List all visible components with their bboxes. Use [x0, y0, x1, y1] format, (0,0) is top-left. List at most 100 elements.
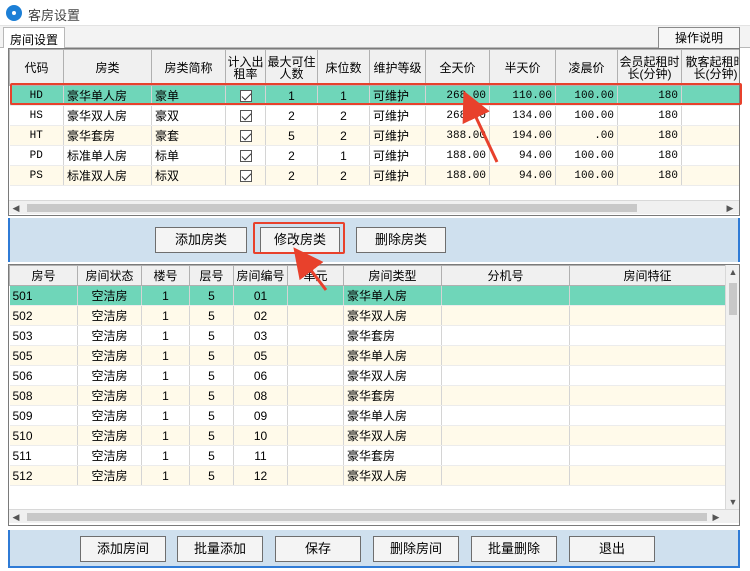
- room-row[interactable]: 506 空洁房 1 5 06 豪华双人房: [9, 365, 726, 386]
- col-header-extension[interactable]: 分机号: [441, 265, 570, 286]
- help-button[interactable]: 操作说明: [658, 27, 740, 49]
- checkbox-checked-icon[interactable]: [239, 170, 252, 183]
- cell-max-guests: 2: [265, 165, 318, 186]
- checkbox-checked-icon[interactable]: [239, 110, 252, 123]
- checkbox-checked-icon[interactable]: [239, 90, 252, 103]
- add-room-button[interactable]: 添加房间: [80, 536, 166, 562]
- col-header-type[interactable]: 房类: [63, 49, 152, 86]
- cell-room-no: 501: [9, 285, 78, 306]
- col-header-feature[interactable]: 房间特征: [569, 265, 726, 286]
- scroll-up-icon[interactable]: ▲: [726, 265, 739, 279]
- edit-room-type-button[interactable]: 修改房类: [260, 227, 340, 253]
- col-header-beds[interactable]: 床位数: [317, 49, 370, 86]
- delete-room-button[interactable]: 删除房间: [373, 536, 459, 562]
- cell-max-guests: 1: [265, 85, 318, 106]
- room-hscrollbar[interactable]: ◀ ▶: [9, 509, 739, 523]
- room-type-grid[interactable]: 代码 房类 房类简称 计入出租率 最大可住人数 床位数 维护等级 全天价 半天价…: [8, 48, 740, 216]
- col-header-room-code[interactable]: 房间编号: [233, 265, 288, 286]
- col-header-status[interactable]: 房间状态: [77, 265, 142, 286]
- room-type-hscrollbar[interactable]: ◀ ▶: [9, 200, 739, 214]
- cell-floor: 5: [189, 325, 234, 346]
- room-row[interactable]: 503 空洁房 1 5 03 豪华套房: [9, 325, 726, 346]
- vscroll-thumb[interactable]: [729, 283, 737, 315]
- cell-level: 可维护: [369, 85, 426, 106]
- room-row[interactable]: 502 空洁房 1 5 02 豪华双人房: [9, 305, 726, 326]
- cell-extension: [441, 465, 570, 486]
- cell-level: 可维护: [369, 105, 426, 126]
- cell-guest-min: 1: [681, 125, 739, 146]
- cell-extension: [441, 345, 570, 366]
- room-row[interactable]: 512 空洁房 1 5 12 豪华双人房: [9, 465, 726, 486]
- batch-add-button[interactable]: 批量添加: [177, 536, 263, 562]
- room-type-row[interactable]: PS 标准双人房 标双 2 2 可维护 188.00 94.00 100.00 …: [9, 165, 739, 186]
- cell-status: 空洁房: [77, 465, 142, 486]
- cell-room-type: 豪华套房: [343, 385, 442, 406]
- tab-room-settings[interactable]: 房间设置: [3, 27, 66, 48]
- scroll-right-icon[interactable]: ▶: [709, 510, 723, 524]
- cell-code: PD: [9, 145, 64, 166]
- room-row[interactable]: 510 空洁房 1 5 10 豪华双人房: [9, 425, 726, 446]
- cell-unit: [287, 365, 344, 386]
- col-header-room-no[interactable]: 房号: [9, 265, 78, 286]
- room-grid[interactable]: 房号 房间状态 楼号 层号 房间编号 单元 房间类型 分机号 房间特征 501 …: [8, 264, 740, 526]
- col-header-unit[interactable]: 单元: [287, 265, 344, 286]
- cell-beds: 2: [317, 125, 370, 146]
- room-row[interactable]: 501 空洁房 1 5 01 豪华单人房: [9, 285, 726, 306]
- room-row[interactable]: 508 空洁房 1 5 08 豪华套房: [9, 385, 726, 406]
- scroll-left-icon[interactable]: ◀: [9, 201, 23, 215]
- cell-full-day: 268.00: [425, 85, 490, 106]
- room-row[interactable]: 511 空洁房 1 5 11 豪华套房: [9, 445, 726, 466]
- cell-status: 空洁房: [77, 345, 142, 366]
- room-type-row[interactable]: HT 豪华套房 豪套 5 2 可维护 388.00 194.00 .00 180…: [9, 125, 739, 146]
- checkbox-checked-icon[interactable]: [239, 150, 252, 163]
- room-row[interactable]: 505 空洁房 1 5 05 豪华单人房: [9, 345, 726, 366]
- cell-early: .00: [555, 125, 618, 146]
- cell-half-day: 94.00: [489, 165, 556, 186]
- col-header-room-type[interactable]: 房间类型: [343, 265, 442, 286]
- cell-room-code: 12: [233, 465, 288, 486]
- col-header-half-day[interactable]: 半天价: [489, 49, 556, 86]
- col-header-abbr[interactable]: 房类简称: [151, 49, 226, 86]
- col-header-max-guests[interactable]: 最大可住人数: [265, 49, 318, 86]
- col-header-member-min[interactable]: 会员起租时长(分钟): [617, 49, 682, 86]
- delete-room-type-button[interactable]: 删除房类: [356, 227, 446, 253]
- cell-abbr: 标单: [151, 145, 226, 166]
- checkbox-checked-icon[interactable]: [239, 130, 252, 143]
- cell-status: 空洁房: [77, 385, 142, 406]
- cell-abbr: 豪双: [151, 105, 226, 126]
- col-header-level[interactable]: 维护等级: [369, 49, 426, 86]
- add-room-type-button[interactable]: 添加房类: [155, 227, 247, 253]
- cell-code: HD: [9, 85, 64, 106]
- room-vscrollbar[interactable]: ▲ ▼: [725, 265, 739, 509]
- cell-max-guests: 2: [265, 145, 318, 166]
- room-type-row[interactable]: HD 豪华单人房 豪单 1 1 可维护 268.00 110.00 100.00…: [9, 85, 739, 106]
- room-type-row[interactable]: HS 豪华双人房 豪双 2 2 可维护 268.00 134.00 100.00…: [9, 105, 739, 126]
- col-header-building[interactable]: 楼号: [141, 265, 190, 286]
- scroll-right-icon[interactable]: ▶: [723, 201, 737, 215]
- cell-code: PS: [9, 165, 64, 186]
- save-button[interactable]: 保存: [275, 536, 361, 562]
- cell-building: 1: [141, 425, 190, 446]
- col-header-full-day[interactable]: 全天价: [425, 49, 490, 86]
- scroll-left-icon[interactable]: ◀: [9, 510, 23, 524]
- room-type-header: 代码 房类 房类简称 计入出租率 最大可住人数 床位数 维护等级 全天价 半天价…: [9, 49, 739, 86]
- cell-room-code: 10: [233, 425, 288, 446]
- col-header-early[interactable]: 凌晨价: [555, 49, 618, 86]
- hscroll-thumb[interactable]: [27, 513, 707, 521]
- col-header-occupancy[interactable]: 计入出租率: [225, 49, 266, 86]
- room-type-row[interactable]: PD 标准单人房 标单 2 1 可维护 188.00 94.00 100.00 …: [9, 145, 739, 166]
- scroll-down-icon[interactable]: ▼: [726, 495, 739, 509]
- cell-feature: [569, 285, 726, 306]
- cell-guest-min: 1: [681, 145, 739, 166]
- room-row[interactable]: 509 空洁房 1 5 09 豪华单人房: [9, 405, 726, 426]
- col-header-guest-min[interactable]: 散客起租时长(分钟): [681, 49, 739, 86]
- hscroll-thumb[interactable]: [27, 204, 637, 212]
- cell-room-no: 502: [9, 305, 78, 326]
- batch-delete-button[interactable]: 批量删除: [471, 536, 557, 562]
- col-header-code[interactable]: 代码: [9, 49, 64, 86]
- cell-status: 空洁房: [77, 285, 142, 306]
- col-header-floor[interactable]: 层号: [189, 265, 234, 286]
- exit-button[interactable]: 退出: [569, 536, 655, 562]
- cell-level: 可维护: [369, 165, 426, 186]
- cell-code: HT: [9, 125, 64, 146]
